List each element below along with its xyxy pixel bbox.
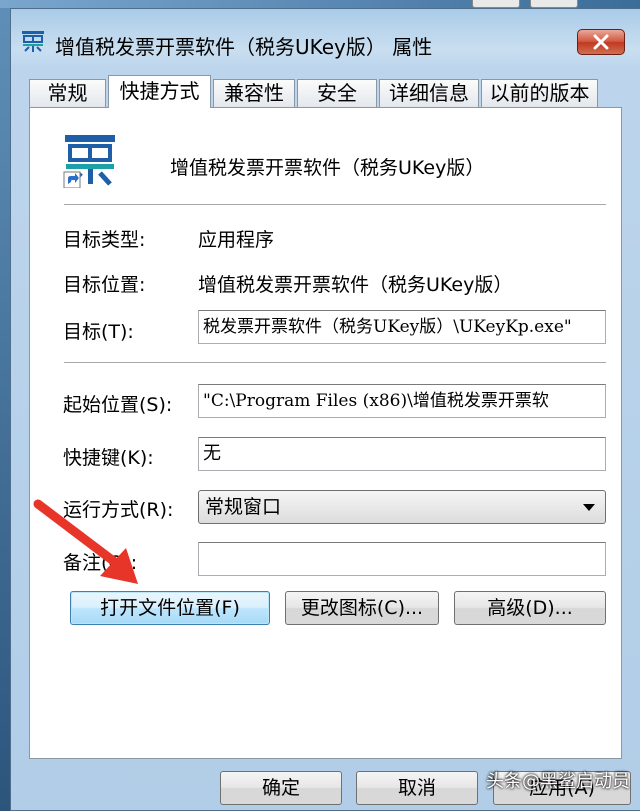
chevron-down-icon bbox=[583, 504, 595, 511]
invoice-app-icon bbox=[22, 31, 44, 52]
properties-window: 增值税发票开票软件（税务UKey版） 属性 常规 快捷方式 兼容性 安全 详细信… bbox=[10, 8, 640, 811]
start-in-input[interactable]: "C:\Program Files (x86)\增值税发票开票软 bbox=[198, 384, 606, 418]
target-type-label: 目标类型: bbox=[63, 229, 146, 251]
cancel-button[interactable]: 取消 bbox=[356, 771, 478, 805]
desktop-top-strip bbox=[0, 0, 640, 8]
ok-button[interactable]: 确定 bbox=[220, 771, 342, 805]
tab-security[interactable]: 安全 bbox=[297, 79, 377, 107]
shortcut-panel: 增值税发票开票软件（税务UKey版） 目标类型: 应用程序 目标位置: 增值税发… bbox=[29, 107, 622, 759]
title-bar[interactable]: 增值税发票开票软件（税务UKey版） 属性 bbox=[11, 9, 640, 67]
run-select[interactable]: 常规窗口 bbox=[198, 490, 606, 524]
tab-details[interactable]: 详细信息 bbox=[379, 79, 479, 107]
change-icon-button[interactable]: 更改图标(C)... bbox=[285, 591, 439, 625]
watermark: 头条@黑鲨启动员 bbox=[486, 771, 630, 792]
close-button[interactable] bbox=[577, 29, 625, 55]
open-file-location-button[interactable]: 打开文件位置(F) bbox=[70, 591, 270, 625]
background-window-button bbox=[530, 0, 578, 8]
window-title: 增值税发票开票软件（税务UKey版） 属性 bbox=[55, 35, 433, 59]
shortcut-key-input[interactable]: 无 bbox=[198, 437, 606, 471]
target-location-label: 目标位置: bbox=[63, 274, 146, 296]
run-select-value: 常规窗口 bbox=[205, 496, 282, 518]
tab-strip: 常规 快捷方式 兼容性 安全 详细信息 以前的版本 bbox=[29, 75, 640, 108]
target-label: 目标(T): bbox=[63, 321, 134, 343]
desktop-background bbox=[0, 0, 10, 811]
tab-previous-versions[interactable]: 以前的版本 bbox=[481, 79, 598, 107]
tab-general[interactable]: 常规 bbox=[29, 79, 106, 107]
close-icon bbox=[593, 34, 609, 50]
invoice-app-icon bbox=[63, 135, 115, 188]
background-window-button bbox=[472, 0, 520, 8]
separator bbox=[64, 204, 606, 206]
tab-shortcut[interactable]: 快捷方式 bbox=[108, 75, 211, 108]
separator bbox=[64, 362, 606, 364]
comment-input[interactable] bbox=[198, 542, 606, 576]
target-location-value: 增值税发票开票软件（税务UKey版） bbox=[198, 274, 513, 296]
shortcut-key-label: 快捷键(K): bbox=[63, 447, 154, 469]
advanced-button[interactable]: 高级(D)... bbox=[454, 591, 606, 625]
red-arrow-annotation bbox=[33, 499, 138, 584]
program-name: 增值税发票开票软件（税务UKey版） bbox=[170, 157, 485, 179]
target-type-value: 应用程序 bbox=[198, 229, 275, 251]
target-input[interactable]: 税发票开票软件（税务UKey版）\UKeyKp.exe" bbox=[198, 310, 606, 344]
tab-compatibility[interactable]: 兼容性 bbox=[213, 79, 295, 107]
start-in-label: 起始位置(S): bbox=[63, 394, 173, 416]
